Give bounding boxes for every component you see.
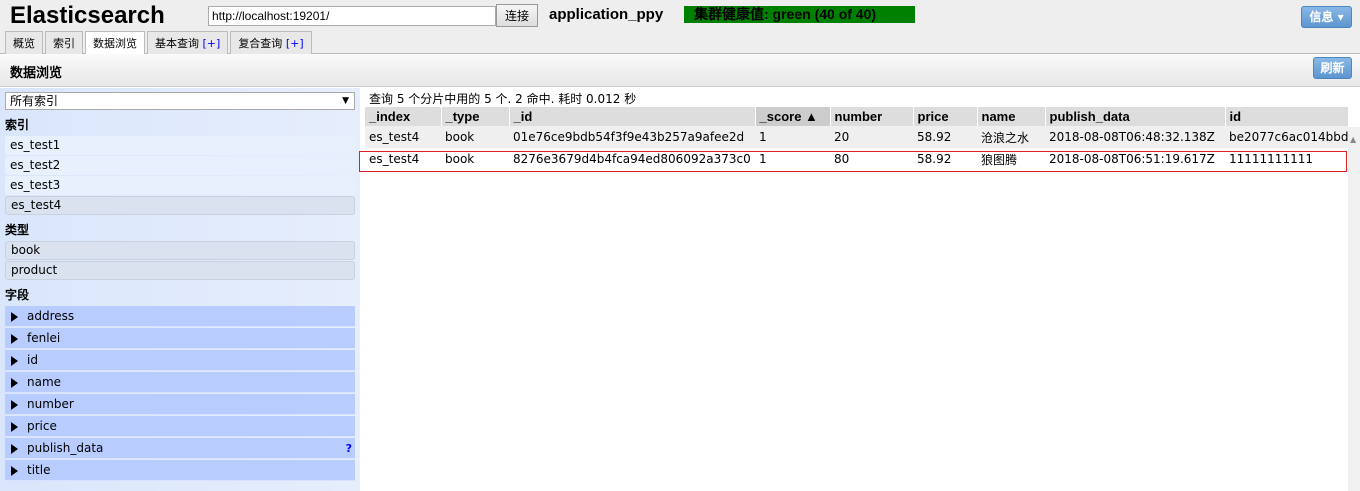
- tab-label: 复合查询: [238, 37, 283, 50]
- field-item[interactable]: publish_data?: [5, 438, 355, 459]
- field-item[interactable]: title: [5, 460, 355, 481]
- fields-heading: 字段: [5, 288, 30, 302]
- logo: Elasticsearch: [10, 2, 165, 29]
- scroll-up-icon[interactable]: ▲: [1350, 135, 1356, 144]
- table-cell: es_test4: [365, 126, 441, 148]
- column-header[interactable]: _index: [365, 107, 442, 126]
- tab-label: 数据浏览: [93, 37, 137, 50]
- expand-triangle-icon: [11, 400, 18, 410]
- index-item[interactable]: es_test2: [5, 156, 355, 175]
- tab-label: 索引: [53, 37, 75, 50]
- column-header[interactable]: _id: [509, 107, 756, 126]
- selected-row-highlight: [359, 151, 1347, 172]
- column-header[interactable]: price: [913, 107, 978, 126]
- tab-indices[interactable]: 索引: [45, 31, 83, 54]
- info-menu-button[interactable]: 信息 ▾: [1301, 6, 1352, 28]
- field-item[interactable]: fenlei: [5, 328, 355, 349]
- page-title: 数据浏览: [10, 66, 63, 81]
- table-cell: be2077c6ac014bbd: [1225, 126, 1349, 148]
- table-cell: book: [441, 126, 509, 148]
- tab-compound-query[interactable]: 复合查询 [+]: [230, 31, 312, 54]
- index-item[interactable]: es_test1: [5, 136, 355, 155]
- type-item[interactable]: book: [5, 241, 355, 260]
- table-cell: 58.92: [913, 126, 977, 148]
- field-label: price: [27, 419, 57, 433]
- field-label: fenlei: [27, 331, 61, 345]
- tab-label: 基本查询: [155, 37, 199, 50]
- expand-triangle-icon: [11, 356, 18, 366]
- index-select[interactable]: 所有索引 ▼: [5, 92, 355, 110]
- table-cell: 20: [830, 126, 913, 148]
- page-titlebar: 数据浏览 刷新: [0, 54, 1360, 87]
- expand-triangle-icon: [11, 312, 18, 322]
- expand-triangle-icon: [11, 422, 18, 432]
- dropdown-arrow-icon: ▼: [342, 96, 349, 106]
- tab-add[interactable]: [+]: [203, 37, 221, 50]
- url-input[interactable]: [208, 6, 496, 26]
- tab-basic-query[interactable]: 基本查询 [+]: [147, 31, 229, 54]
- connect-button[interactable]: 连接: [496, 4, 538, 27]
- column-header[interactable]: id: [1225, 107, 1349, 126]
- tab-bar: 概览 索引 数据浏览 基本查询 [+] 复合查询 [+]: [5, 31, 312, 55]
- column-header[interactable]: number: [830, 107, 914, 126]
- type-item[interactable]: product: [5, 261, 355, 280]
- field-label: publish_data: [27, 441, 104, 455]
- table-row[interactable]: es_test4 book 01e76ce9bdb54f3f9e43b257a9af…: [365, 126, 1349, 148]
- indices-heading: 索引: [5, 118, 30, 132]
- field-item[interactable]: address: [5, 306, 355, 327]
- index-item[interactable]: es_test3: [5, 176, 355, 195]
- sidebar: 所有索引 ▼ 索引 es_test1 es_test2 es_test3 es_t…: [0, 88, 360, 491]
- table-header-row: _index _type _id _score ▲ number price n…: [365, 107, 1349, 126]
- tab-overview[interactable]: 概览: [5, 31, 43, 54]
- expand-triangle-icon: [11, 378, 18, 388]
- scrollbar[interactable]: ▲: [1348, 127, 1360, 491]
- table-cell: 1: [755, 126, 830, 148]
- field-label: number: [27, 397, 74, 411]
- column-header[interactable]: _type: [441, 107, 510, 126]
- column-header[interactable]: name: [977, 107, 1046, 126]
- field-item[interactable]: number: [5, 394, 355, 415]
- table-cell: 2018-08-08T06:48:32.138Z: [1045, 126, 1225, 148]
- table-cell: 01e76ce9bdb54f3f9e43b257a9afee2d: [509, 126, 755, 148]
- column-header[interactable]: publish_data: [1045, 107, 1226, 126]
- index-select-value: 所有索引: [10, 94, 59, 108]
- help-icon[interactable]: ?: [346, 438, 352, 459]
- field-label: title: [27, 463, 51, 477]
- tab-browser[interactable]: 数据浏览: [85, 31, 145, 55]
- types-heading: 类型: [5, 223, 30, 237]
- query-summary: 查询 5 个分片中用的 5 个. 2 命中. 耗时 0.012 秒: [369, 92, 637, 106]
- tab-add[interactable]: [+]: [286, 37, 304, 50]
- field-label: address: [27, 309, 75, 323]
- table-cell: 沧浪之水: [977, 126, 1045, 148]
- expand-triangle-icon: [11, 466, 18, 476]
- cluster-name: application_ppy: [549, 6, 664, 23]
- field-item[interactable]: price: [5, 416, 355, 437]
- tab-label: 概览: [13, 37, 35, 50]
- field-label: id: [27, 353, 38, 367]
- column-header-sorted[interactable]: _score ▲: [755, 107, 831, 126]
- expand-triangle-icon: [11, 444, 18, 454]
- field-item[interactable]: name: [5, 372, 355, 393]
- field-item[interactable]: id: [5, 350, 355, 371]
- refresh-button[interactable]: 刷新: [1313, 57, 1352, 79]
- expand-triangle-icon: [11, 334, 18, 344]
- field-label: name: [27, 375, 62, 389]
- cluster-health-badge: 集群健康值: green (40 of 40): [684, 6, 915, 23]
- index-item-selected[interactable]: es_test4: [5, 196, 355, 215]
- header: Elasticsearch 连接 application_ppy 集群健康值: …: [0, 0, 1360, 55]
